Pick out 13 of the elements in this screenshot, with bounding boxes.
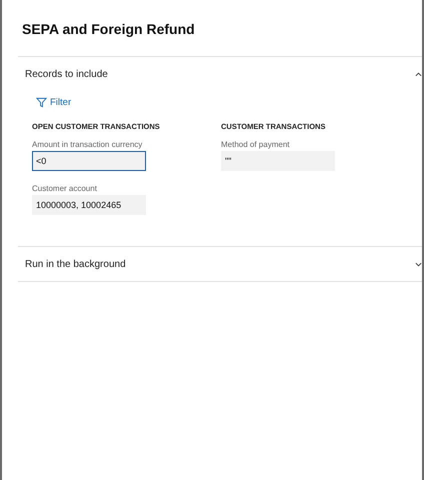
chevron-icon[interactable]: [415, 262, 422, 266]
input-field[interactable]: "": [221, 151, 335, 171]
filter-button[interactable]: Filter: [32, 97, 72, 108]
input-field[interactable]: <0: [32, 151, 146, 171]
filter-icon: [36, 97, 47, 108]
section-header[interactable]: Run in the background: [25, 258, 126, 270]
chevron-icon[interactable]: [415, 72, 422, 76]
field-label: Method of payment: [221, 140, 290, 149]
field-label: Customer account: [32, 184, 98, 193]
dialog-title: SEPA and Foreign Refund: [18, 0, 422, 57]
section-header[interactable]: Records to include: [25, 68, 108, 80]
input-field[interactable]: 10000003, 10002465: [32, 195, 146, 215]
field-label: Amount in transaction currency: [32, 140, 144, 149]
